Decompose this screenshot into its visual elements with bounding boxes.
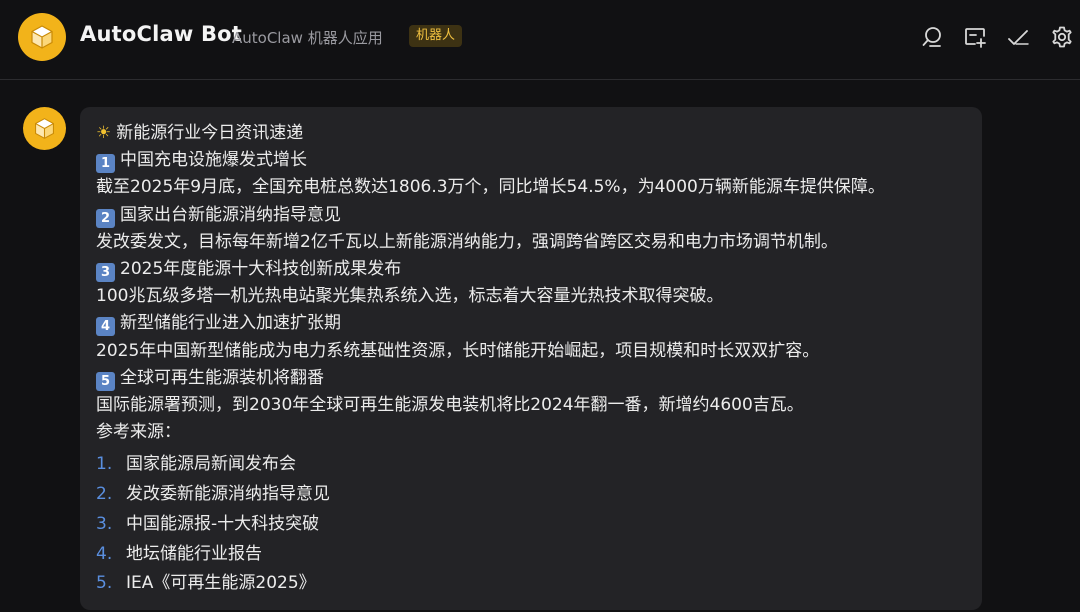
message-avatar[interactable]: [23, 107, 66, 150]
news-item-title: 1 中国充电设施爆发式增长: [96, 147, 966, 174]
check-button[interactable]: [1005, 24, 1031, 50]
news-item-title: 4 新型储能行业进入加速扩张期: [96, 310, 966, 337]
news-title-text: 全球可再生能源装机将翻番: [120, 367, 324, 388]
check-icon: [1008, 30, 1029, 45]
headline-text: 新能源行业今日资讯速递: [116, 123, 304, 143]
settings-icon: [1052, 26, 1072, 48]
reference-item: 1. 国家能源局新闻发布会: [96, 450, 966, 480]
bot-avatar[interactable]: [18, 13, 66, 61]
news-item-body: 截至2025年9月底，全国充电桩总数达1806.3万个，同比增长54.5%，为4…: [96, 177, 885, 198]
keycap-number-icon: 1: [96, 154, 115, 174]
cube-logo-icon: [35, 118, 54, 139]
top-bar: AutoClaw Bot AutoClaw 机器人应用 机器人: [0, 0, 1080, 80]
news-item-body: 100兆瓦级多塔一机光热电站聚光集热系统入选，标志着大容量光热技术取得突破。: [96, 286, 724, 307]
app-subtitle: AutoClaw 机器人应用: [232, 29, 383, 47]
bot-badge: 机器人: [409, 25, 463, 47]
add-chat-icon: [965, 28, 986, 48]
app-name: AutoClaw Bot: [80, 22, 243, 46]
reference-link[interactable]: 中国能源报-十大科技突破: [126, 510, 319, 540]
reference-link[interactable]: IEA《可再生能源2025》: [126, 569, 316, 599]
reference-number: 3.: [96, 513, 113, 534]
sun-icon: ☀: [96, 123, 112, 143]
settings-button[interactable]: [1049, 24, 1075, 50]
reference-item: 4. 地坛储能行业报告: [96, 540, 966, 570]
reference-item: 5. IEA《可再生能源2025》: [96, 569, 966, 599]
news-item-title: 2 国家出台新能源消纳指导意见: [96, 202, 966, 229]
keycap-number-icon: 2: [96, 208, 115, 228]
news-title-text: 中国充电设施爆发式增长: [120, 150, 307, 171]
news-item-title: 3 2025年度能源十大科技创新成果发布: [96, 256, 966, 283]
news-title-text: 2025年度能源十大科技创新成果发布: [120, 259, 402, 280]
reference-link[interactable]: 发改委新能源消纳指导意见: [126, 480, 330, 510]
reference-list: 1. 国家能源局新闻发布会 2. 发改委新能源消纳指导意见 3. 中国能源报-十大科技…: [96, 450, 966, 599]
news-item-body: 发改委发文，目标每年新增2亿千瓦以上新能源消纳能力，强调跨省跨区交易和电力市场调…: [96, 231, 838, 252]
new-chat-button[interactable]: [962, 24, 988, 50]
reference-link[interactable]: 地坛储能行业报告: [126, 540, 262, 570]
search-button[interactable]: [919, 24, 945, 50]
news-title-text: 新型储能行业进入加速扩张期: [120, 313, 341, 334]
reference-number: 4.: [96, 543, 113, 564]
news-item-body: 2025年中国新型储能成为电力系统基础性资源，长时储能开始崛起，项目规模和时长双…: [96, 340, 820, 361]
reference-item: 2. 发改委新能源消纳指导意见: [96, 480, 966, 510]
message-headline: ☀ 新能源行业今日资讯速递: [96, 120, 966, 147]
news-item-body: 国际能源署预测，到2030年全球可再生能源发电装机将比2024年翻一番，新增约4…: [96, 395, 804, 416]
news-title-text: 国家出台新能源消纳指导意见: [120, 204, 341, 225]
reference-number: 2.: [96, 484, 113, 505]
reference-number: 5.: [96, 573, 113, 594]
cube-logo-icon: [31, 25, 53, 49]
refs-label: 参考来源：: [96, 422, 181, 443]
keycap-number-icon: 3: [96, 263, 115, 283]
keycap-number-icon: 4: [96, 317, 115, 337]
reference-item: 3. 中国能源报-十大科技突破: [96, 510, 966, 540]
news-item-title: 5 全球可再生能源装机将翻番: [96, 365, 966, 392]
reference-link[interactable]: 国家能源局新闻发布会: [126, 450, 296, 480]
search-icon: [922, 27, 941, 47]
message-bubble: ☀ 新能源行业今日资讯速递 1 中国充电设施爆发式增长 截至2025年9月底，全国充…: [80, 107, 982, 610]
keycap-number-icon: 5: [96, 371, 115, 391]
reference-number: 1.: [96, 454, 113, 475]
